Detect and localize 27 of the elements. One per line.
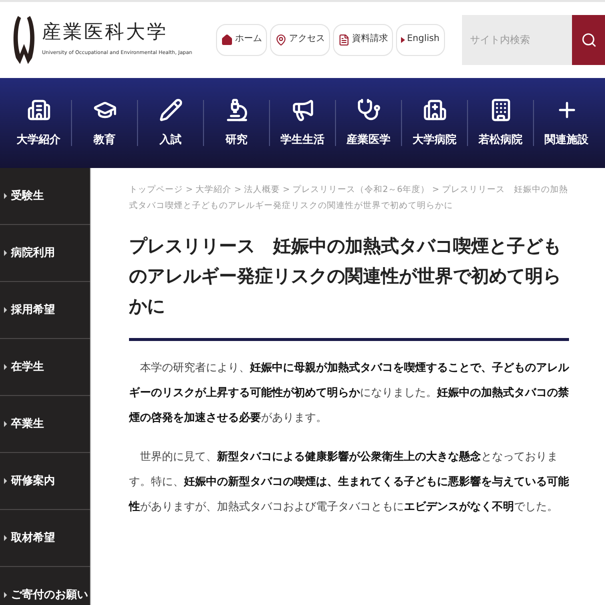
header-link[interactable]: 資料請求: [333, 24, 393, 56]
nav-item[interactable]: 若松病院: [468, 98, 533, 148]
article-title: プレスリリース 妊娠中の加熱式タバコ喫煙と子どものアレルギー発症リスクの関連性が世界で初めて明らかに: [129, 235, 562, 319]
nav-item[interactable]: 大学紹介: [6, 98, 71, 148]
breadcrumb: トップページ > 大学紹介 > 法人概要 > プレスリリース（令和2～6年度） > プレスリリース 妊娠中の加熱式タバコ喫煙と子どものアレルギー発症リスクの関連性が世界で初めて明らかに: [129, 184, 569, 213]
sidebar-item[interactable]: 病院利用: [0, 225, 90, 282]
sidebar-item[interactable]: 受験生: [0, 168, 90, 225]
logo-title: 産業医科大学: [42, 22, 169, 42]
header-link[interactable]: ホーム: [216, 24, 267, 56]
article-paragraph: 本学の研究者により、妊娠中に母親が加熱式タバコを喫煙することで、子どものアレルギーのリスクが上昇する可能性が初めて明らかになりました。妊娠中の加熱式タバコの禁煙の啓発を加速させる必要があります。: [129, 360, 569, 426]
sidebar-item[interactable]: 採用希望: [0, 282, 90, 339]
nav-item[interactable]: 産業医学: [336, 98, 401, 148]
sidebar-item[interactable]: 卒業生: [0, 396, 90, 453]
search-field[interactable]: サイト内検索: [462, 15, 572, 65]
nav-item[interactable]: 大学病院: [402, 98, 467, 148]
nav-item[interactable]: 学生生活: [270, 98, 335, 148]
sidebar-item[interactable]: ご寄付のお願い: [0, 567, 90, 605]
article-paragraph: 世界的に見て、新型タバコによる健康影響が公衆衛生上の大きな懸念となっております。特に、妊娠中の新型タバコの喫煙は、生まれてくる子どもに悪影響を与えている可能性がありますが、加熱式タバコおよび電子タバコともにエビデンスがなく不明でした。: [129, 449, 569, 515]
sidebar-item[interactable]: 取材希望: [0, 510, 90, 567]
nav-item[interactable]: 教育: [72, 98, 137, 148]
header-link[interactable]: アクセス: [270, 24, 330, 56]
sidebar-item[interactable]: 在学生: [0, 339, 90, 396]
nav-item[interactable]: 関連施設: [534, 98, 599, 148]
header-link[interactable]: English: [396, 24, 444, 56]
sidebar-item[interactable]: 研修案内: [0, 453, 90, 510]
nav-item[interactable]: 入試: [138, 98, 203, 148]
nav-item[interactable]: 研究: [204, 98, 269, 148]
